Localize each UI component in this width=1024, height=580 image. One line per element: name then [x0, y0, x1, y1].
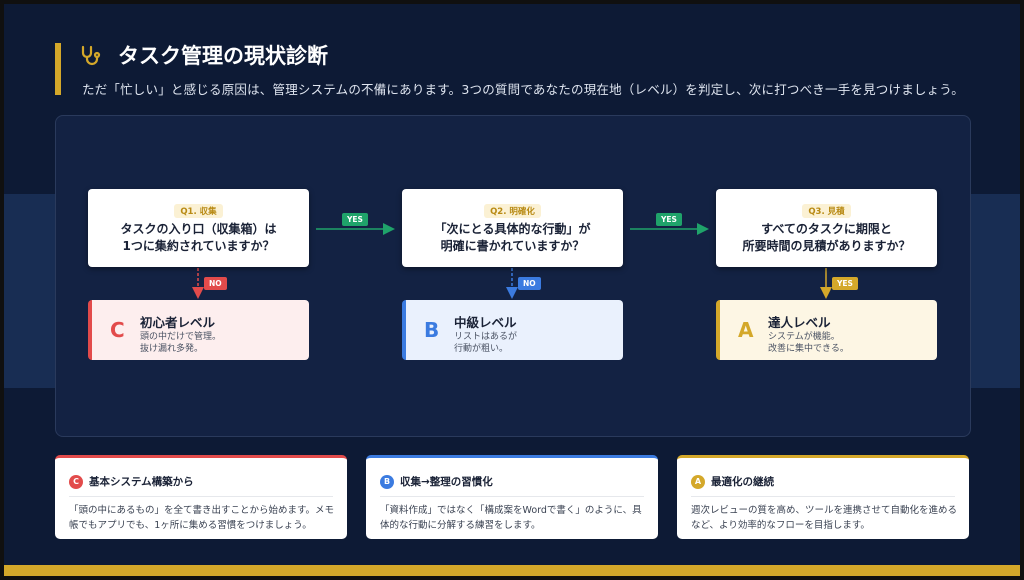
- action-text: 週次レビューの質を高め、ツールを連携させて自動化を進めるなど、より効率的なフロー…: [691, 505, 958, 531]
- question-text: タスクの入り口（収集箱）は 1つに集約されていますか？: [120, 222, 277, 253]
- yes-badge-3: YES: [832, 277, 858, 290]
- divider: [691, 496, 955, 497]
- level-description: システムが機能。 改善に集中できる。: [768, 332, 849, 354]
- yes-badge-1: YES: [342, 213, 368, 226]
- flowchart-panel: [55, 115, 971, 437]
- question-tag: Q3. 見積: [802, 204, 851, 218]
- level-title: 達人レベル: [768, 315, 831, 330]
- action-text: 「資料作成」ではなく「構成案をWordで書く」のように、具体的な行動に分解する練…: [380, 505, 642, 531]
- level-letter: B: [424, 318, 440, 342]
- action-title: 最適化の継続: [711, 476, 774, 488]
- level-card-a: A 達人レベル システムが機能。 改善に集中できる。: [716, 300, 937, 360]
- question-card-q3: Q3. 見積 すべてのタスクに期限と 所要時間の見積がありますか？: [716, 189, 937, 267]
- level-description: 頭の中だけで管理。 抜け漏れ多発。: [140, 332, 222, 354]
- question-card-q2: Q2. 明確化 「次にとる具体的な行動」が 明確に書かれていますか？: [402, 189, 623, 267]
- level-letter: C: [110, 318, 125, 342]
- question-card-q1: Q1. 収集 タスクの入り口（収集箱）は 1つに集約されていますか？: [88, 189, 309, 267]
- page-subtitle: ただ「忙しい」と感じる原因は、管理システムの不備にあります。3つの質問であなたの…: [82, 82, 964, 97]
- level-b-badge: B: [380, 475, 394, 489]
- action-title: 基本システム構築から: [89, 476, 194, 488]
- page-title: タスク管理の現状診断: [118, 44, 328, 68]
- stethoscope-icon: [81, 45, 101, 66]
- divider: [69, 496, 333, 497]
- level-c-badge: C: [69, 475, 83, 489]
- level-card-b: B 中級レベル リストはあるが 行動が粗い。: [402, 300, 623, 360]
- no-badge-1: NO: [204, 277, 227, 290]
- level-description: リストはあるが 行動が粗い。: [454, 332, 518, 354]
- footer-accent-bar: [0, 565, 1024, 580]
- level-letter: A: [738, 318, 754, 342]
- divider: [380, 496, 644, 497]
- question-tag: Q1. 収集: [174, 204, 223, 218]
- question-text: 「次にとる具体的な行動」が 明確に書かれていますか？: [434, 222, 591, 253]
- level-a-badge: A: [691, 475, 705, 489]
- level-card-c: C 初心者レベル 頭の中だけで管理。 抜け漏れ多発。: [88, 300, 309, 360]
- no-badge-2: NO: [518, 277, 541, 290]
- level-title: 中級レベル: [454, 315, 517, 330]
- title-accent-bar: [55, 43, 61, 95]
- level-title: 初心者レベル: [140, 315, 216, 330]
- question-text: すべてのタスクに期限と 所要時間の見積がありますか？: [742, 222, 911, 253]
- action-card-c: C 基本システム構築から 「頭の中にあるもの」を全て書き出すことから始めます。メ…: [55, 455, 347, 539]
- action-card-b: B 収集→整理の習慣化 「資料作成」ではなく「構成案をWordで書く」のように、…: [366, 455, 658, 539]
- action-card-a: A 最適化の継続 週次レビューの質を高め、ツールを連携させて自動化を進めるなど、…: [677, 455, 969, 539]
- action-text: 「頭の中にあるもの」を全て書き出すことから始めます。メモ帳でもアプリでも、1ヶ所…: [69, 505, 335, 531]
- yes-badge-2: YES: [656, 213, 682, 226]
- question-tag: Q2. 明確化: [484, 204, 541, 218]
- action-title: 収集→整理の習慣化: [400, 476, 493, 488]
